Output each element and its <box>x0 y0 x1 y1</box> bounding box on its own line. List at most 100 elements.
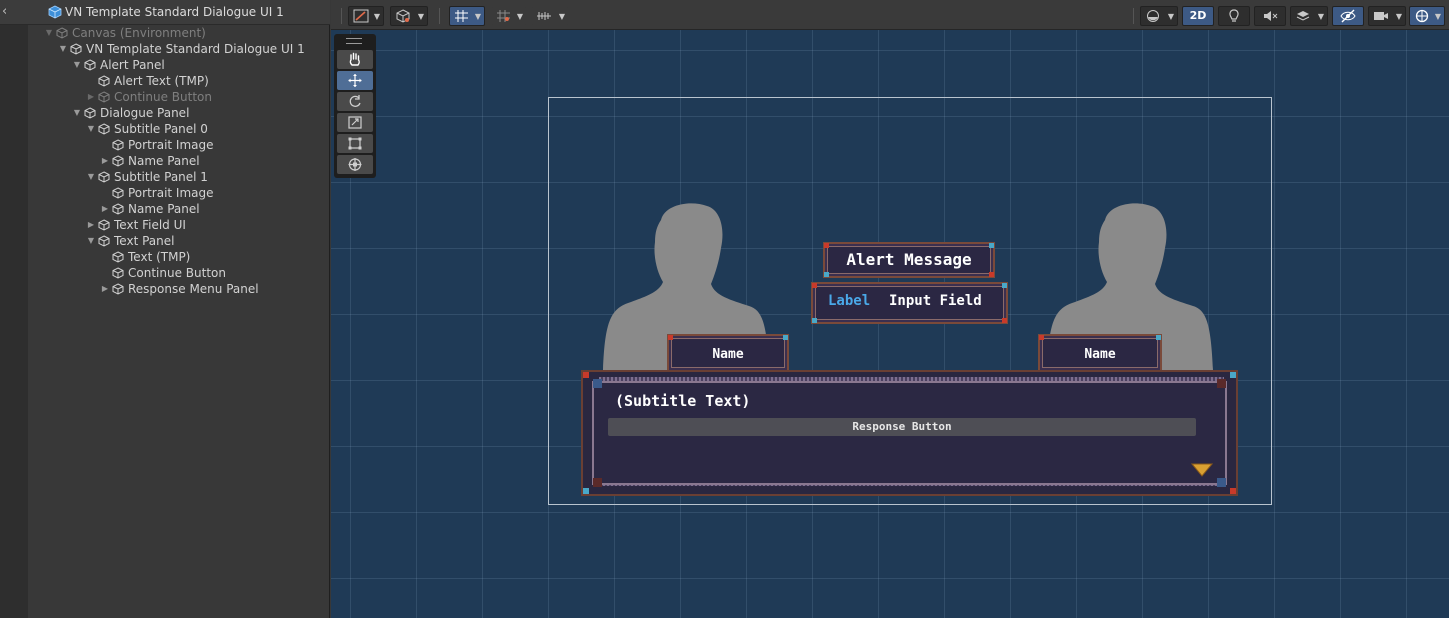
light-bulb-icon <box>1229 9 1239 22</box>
gameobject-cube-icon <box>98 171 110 183</box>
back-arrow-icon[interactable]: ‹ <box>2 4 12 20</box>
gizmos-dropdown[interactable]: ▼ <box>1409 6 1445 26</box>
scene-visibility-toggle[interactable] <box>1332 6 1364 26</box>
hierarchy-panel: ‹ VN Template Standard Dialogue UI 1 ▼ C… <box>0 0 330 618</box>
gameobject-cube-icon <box>112 139 124 151</box>
mode-2d-toggle[interactable]: 2D <box>1182 6 1214 26</box>
effects-dropdown[interactable]: ▼ <box>1290 6 1328 26</box>
collapsed-arrow-icon[interactable]: ▶ <box>100 153 110 169</box>
scale-icon <box>348 116 362 129</box>
gameobject-cube-icon <box>98 123 110 135</box>
expanded-arrow-icon[interactable]: ▼ <box>58 41 68 57</box>
camera-dropdown[interactable]: ▼ <box>1368 6 1406 26</box>
collapsed-arrow-icon[interactable]: ▶ <box>86 217 96 233</box>
scene-view[interactable]: ▼ ▼ ▼ ▼ ▼ ▼ 2D ▼ ▼ ▼ Alert Message Label… <box>331 0 1449 618</box>
gameobject-cube-icon <box>84 107 96 119</box>
drag-grip-icon[interactable] <box>346 38 362 44</box>
gameobject-cube-icon <box>70 43 82 55</box>
hierarchy-header: ‹ VN Template Standard Dialogue UI 1 <box>0 0 330 25</box>
name-panel-right: Name <box>1038 334 1162 372</box>
subtitle-text: (Subtitle Text) <box>615 392 751 410</box>
response-button[interactable]: Response Button <box>608 418 1196 436</box>
text-field-label: Label <box>828 293 871 309</box>
scene-toolbar: ▼ ▼ ▼ ▼ ▼ ▼ 2D ▼ ▼ ▼ <box>331 0 1449 30</box>
move-arrows-icon <box>348 74 362 87</box>
draw-mode-icon <box>353 9 369 23</box>
move-tool[interactable] <box>337 71 373 90</box>
collapsed-arrow-icon[interactable]: ▶ <box>100 281 110 297</box>
toolbar-separator <box>341 8 342 24</box>
tool-palette <box>334 34 376 178</box>
camera-icon <box>1374 12 1388 20</box>
expanded-arrow-icon[interactable]: ▼ <box>86 121 96 137</box>
chevron-down-icon: ▼ <box>1317 12 1324 21</box>
unity-editor: ‹ VN Template Standard Dialogue UI 1 ▼ C… <box>0 0 1449 618</box>
gameobject-cube-icon <box>56 27 68 39</box>
rotate-icon <box>349 95 361 107</box>
expanded-arrow-icon[interactable]: ▼ <box>72 57 82 73</box>
speaker-mute-icon <box>1264 11 1278 21</box>
input-field[interactable]: Input Field <box>889 293 982 309</box>
layers-icon <box>1296 11 1310 21</box>
eye-hidden-icon <box>1340 9 1356 23</box>
chevron-down-icon: ▼ <box>1434 12 1441 21</box>
ruler-icon <box>537 12 551 20</box>
snap-grid-icon <box>497 10 510 22</box>
grid-snapping-dropdown[interactable]: ▼ <box>449 6 485 26</box>
hand-icon <box>349 52 360 66</box>
collapsed-arrow-icon[interactable]: ▶ <box>86 89 96 105</box>
hand-tool[interactable] <box>337 50 373 69</box>
rect-transform-icon <box>348 137 362 150</box>
expanded-arrow-icon[interactable]: ▼ <box>86 169 96 185</box>
gameobject-cube-icon <box>112 203 124 215</box>
chevron-down-icon: ▼ <box>417 12 424 21</box>
chevron-down-icon: ▼ <box>1395 12 1402 21</box>
gameobject-cube-icon <box>98 75 110 87</box>
prefab-cube-icon <box>48 5 62 19</box>
name-text-right: Name <box>1084 347 1116 362</box>
cube-render-icon <box>396 9 410 23</box>
draw-mode-dropdown[interactable]: ▼ <box>348 6 384 26</box>
name-text-left: Name <box>712 347 744 362</box>
transform-tool[interactable] <box>337 155 373 174</box>
shading-mode-dropdown[interactable]: ▼ <box>1140 6 1178 26</box>
name-panel-left: Name <box>667 334 789 372</box>
grid-snap-icon <box>455 10 468 22</box>
lighting-toggle[interactable] <box>1218 6 1250 26</box>
sphere-shading-icon <box>1147 10 1159 22</box>
transform-globe-icon <box>348 158 362 171</box>
render-mode-dropdown[interactable]: ▼ <box>390 6 428 26</box>
gameobject-cube-icon <box>98 219 110 231</box>
toolbar-separator <box>1133 8 1134 24</box>
gameobject-cube-icon <box>112 155 124 167</box>
gameobject-cube-icon <box>98 91 110 103</box>
expanded-arrow-icon[interactable]: ▼ <box>44 25 54 41</box>
increment-snap-dropdown[interactable]: ▼ <box>491 6 527 26</box>
text-field-panel: Label Input Field <box>811 282 1008 324</box>
gameobject-cube-icon <box>112 267 124 279</box>
alert-panel: Alert Message <box>823 242 995 278</box>
chevron-down-icon: ▼ <box>474 12 481 21</box>
chevron-down-icon: ▼ <box>1167 12 1174 21</box>
chevron-down-icon: ▼ <box>516 12 523 21</box>
collapsed-arrow-icon[interactable]: ▶ <box>100 201 110 217</box>
gameobject-cube-icon <box>98 235 110 247</box>
gameobject-cube-icon <box>112 283 124 295</box>
chevron-down-icon: ▼ <box>558 12 565 21</box>
ruler-dropdown[interactable]: ▼ <box>531 6 569 26</box>
audio-toggle[interactable] <box>1254 6 1286 26</box>
rotate-tool[interactable] <box>337 92 373 111</box>
gameobject-cube-icon <box>112 187 124 199</box>
rect-tool[interactable] <box>337 134 373 153</box>
gameobject-cube-icon <box>84 59 96 71</box>
alert-message-text: Alert Message <box>846 250 972 269</box>
continue-arrow-icon[interactable] <box>1191 463 1213 477</box>
gizmo-globe-icon <box>1415 9 1429 23</box>
scale-tool[interactable] <box>337 113 373 132</box>
expanded-arrow-icon[interactable]: ▼ <box>72 105 82 121</box>
hierarchy-title: VN Template Standard Dialogue UI 1 <box>65 5 284 19</box>
hierarchy-gutter <box>0 25 28 618</box>
toolbar-separator <box>439 8 440 24</box>
chevron-down-icon: ▼ <box>373 12 380 21</box>
expanded-arrow-icon[interactable]: ▼ <box>86 233 96 249</box>
